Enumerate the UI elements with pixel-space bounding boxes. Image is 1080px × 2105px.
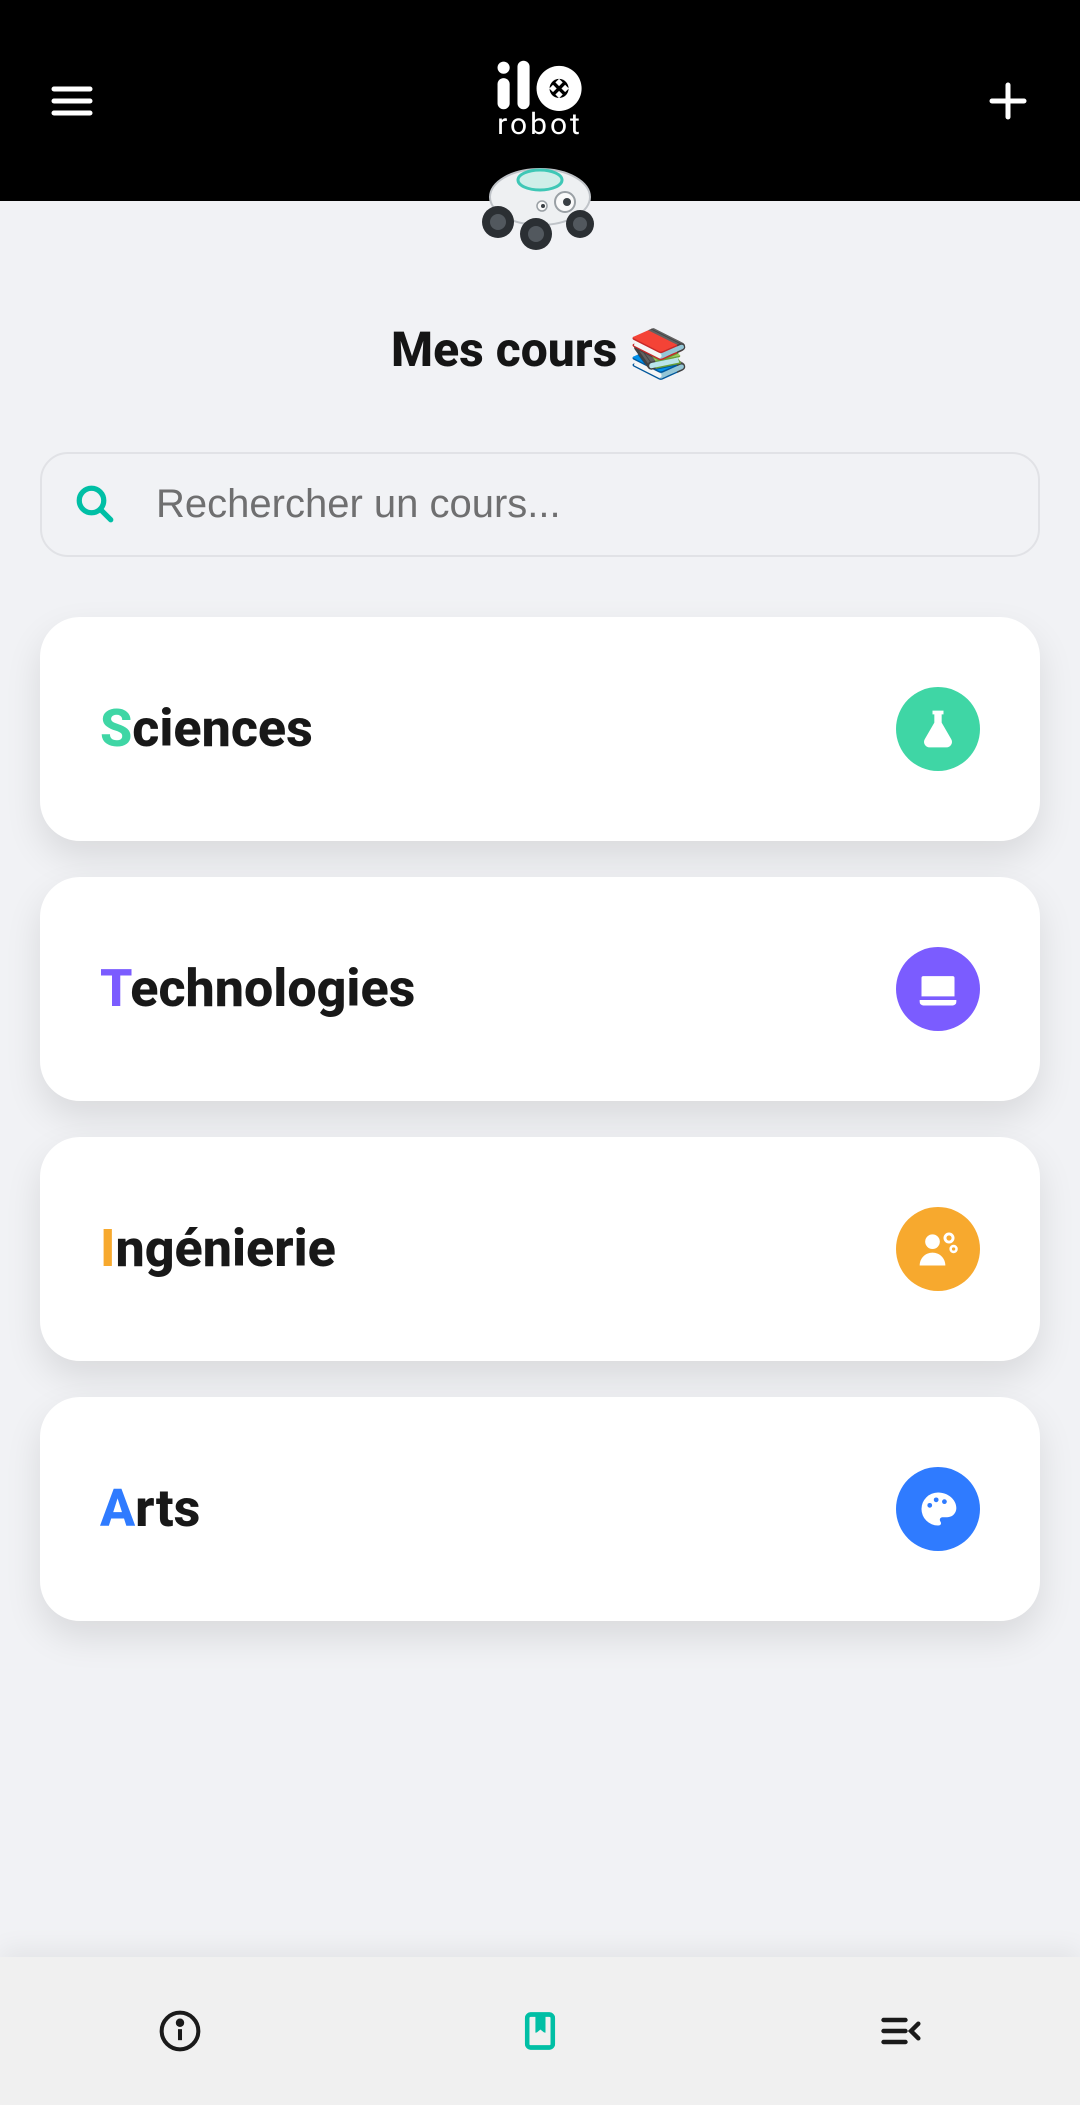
palette-icon [896, 1467, 980, 1551]
category-card[interactable]: Ingénierie [40, 1137, 1040, 1361]
search-box[interactable] [40, 452, 1040, 557]
info-icon [158, 2009, 202, 2053]
category-title: Arts [100, 1478, 200, 1539]
category-title-rest: echnologies [130, 958, 415, 1019]
category-title-first-letter: I [100, 1218, 115, 1279]
category-title: Technologies [100, 958, 415, 1019]
category-title-rest: rts [135, 1478, 200, 1539]
category-card[interactable]: Arts [40, 1397, 1040, 1621]
nav-courses-button[interactable] [516, 2007, 564, 2055]
hamburger-menu-icon[interactable] [48, 77, 96, 125]
category-card[interactable]: Technologies [40, 877, 1040, 1101]
category-title-first-letter: A [100, 1478, 135, 1539]
logo-subtitle: robot [497, 107, 583, 142]
category-title: Sciences [100, 698, 313, 759]
page-title: Mes cours 📚 [40, 321, 1040, 382]
bookmark-icon [518, 2009, 562, 2053]
search-input[interactable] [156, 482, 1006, 527]
search-icon [74, 483, 116, 525]
add-button[interactable] [984, 77, 1032, 125]
main-content: Mes cours 📚 Sciences Technologies Ingénier… [0, 201, 1080, 1957]
bottom-nav [0, 1957, 1080, 2105]
nav-menu-collapse-button[interactable] [876, 2007, 924, 2055]
page-title-text: Mes cours [391, 321, 617, 378]
flask-icon [896, 687, 980, 771]
robot-illustration-icon [470, 162, 610, 252]
category-title-rest: ciences [132, 698, 313, 759]
books-emoji-icon: 📚 [629, 325, 689, 382]
engineer-icon [896, 1207, 980, 1291]
category-title: Ingénierie [100, 1218, 336, 1279]
logo-ilo-icon [488, 59, 592, 111]
category-title-rest: ngénierie [115, 1218, 335, 1279]
laptop-icon [896, 947, 980, 1031]
category-title-first-letter: S [100, 698, 132, 759]
nav-info-button[interactable] [156, 2007, 204, 2055]
app-logo: robot [488, 59, 592, 142]
category-card[interactable]: Sciences [40, 617, 1040, 841]
menu-collapse-icon [878, 2009, 922, 2053]
category-title-first-letter: T [100, 958, 130, 1019]
category-list: Sciences Technologies Ingénierie Arts [40, 617, 1040, 1621]
